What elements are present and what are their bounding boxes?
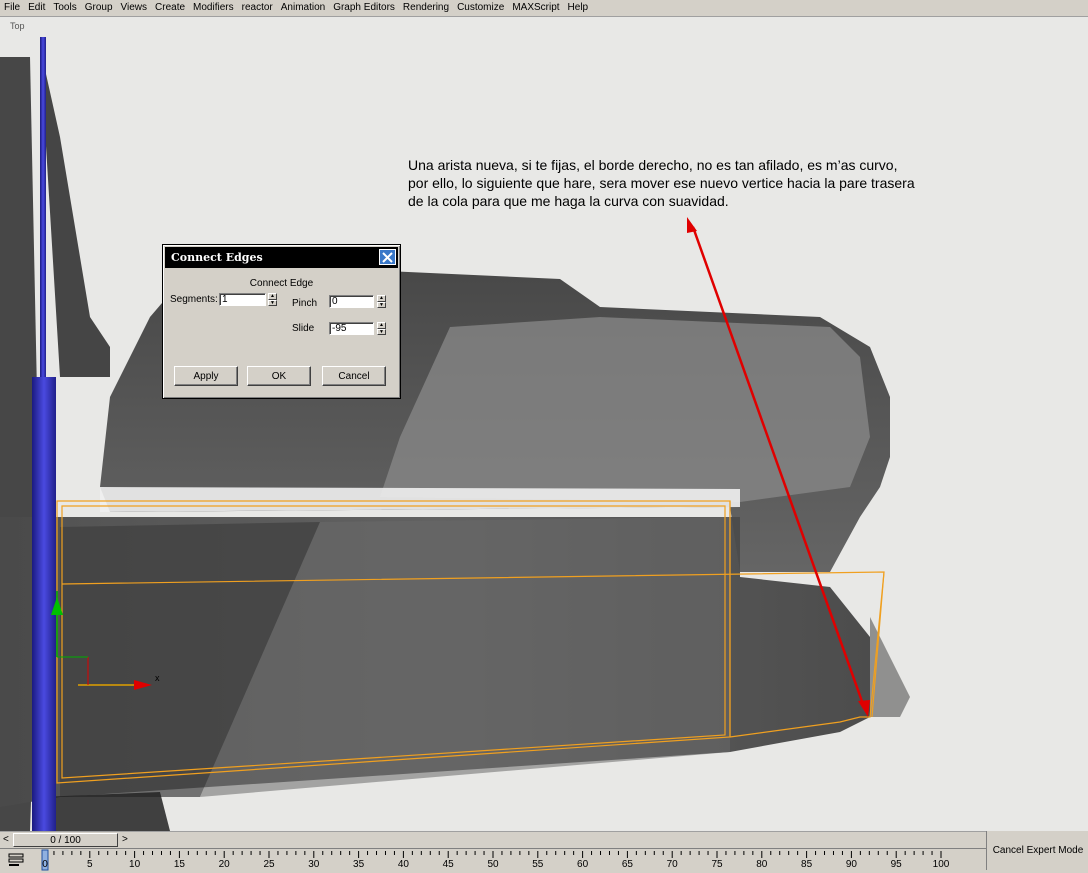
reference-bottom-dark xyxy=(40,792,170,831)
menu-item-file[interactable]: File xyxy=(0,1,24,15)
pinch-field[interactable] xyxy=(329,295,375,308)
menu-item-edit[interactable]: Edit xyxy=(24,1,49,15)
pinch-label: Pinch xyxy=(292,298,318,309)
top-viewport[interactable]: Top x Una arista nueva, si te fijas, el … xyxy=(0,17,1088,831)
track-bar[interactable]: 0 5 10 15 20 25 30 35 40 45 50 55 60 65 70 75 80 85 90 95 10… xyxy=(0,848,986,871)
axis-x-label: x xyxy=(155,673,160,683)
time-slider[interactable]: 0 / 100 xyxy=(13,833,118,847)
dialog-titlebar[interactable]: Connect Edges xyxy=(165,247,398,268)
time-prev-icon[interactable]: < xyxy=(3,834,9,846)
tick-label: 100 xyxy=(932,859,950,870)
dialog-title: Connect Edges xyxy=(171,251,263,264)
ok-button[interactable]: OK xyxy=(247,366,311,386)
blue-bar-main xyxy=(32,377,56,831)
segments-spinner[interactable]: ▲ ▼ xyxy=(268,293,277,306)
tick-label: 15 xyxy=(173,859,185,870)
spinner-down-icon[interactable]: ▼ xyxy=(268,299,277,306)
cancel-button[interactable]: Cancel xyxy=(322,366,386,386)
annotation-line-1: Una arista nueva, si te fijas, el borde … xyxy=(408,157,898,173)
menu-item-modifiers[interactable]: Modifiers xyxy=(189,1,238,15)
tick-label: 65 xyxy=(621,859,633,870)
spinner-down-icon[interactable]: ▼ xyxy=(377,328,386,335)
close-icon xyxy=(382,251,393,263)
connect-edges-dialog: Connect Edges Connect Edge Segments: ▲▼ … xyxy=(162,244,401,399)
tick-label: 85 xyxy=(801,859,813,870)
slide-spinner[interactable]: ▲ ▼ xyxy=(377,322,386,335)
tick-label: 10 xyxy=(129,859,141,870)
slide-label: Slide xyxy=(292,323,315,334)
menu-item-rendering[interactable]: Rendering xyxy=(399,1,453,15)
close-button[interactable] xyxy=(379,249,396,265)
annotation-line-3: de la cola para que me haga la curva con… xyxy=(408,193,729,209)
menu-item-graph-editors[interactable]: Graph Editors xyxy=(329,1,399,15)
slide-field[interactable] xyxy=(329,322,375,335)
tick-label: 35 xyxy=(353,859,365,870)
menu-item-maxscript[interactable]: MAXScript xyxy=(508,1,563,15)
tick-label: 45 xyxy=(442,859,454,870)
reference-highlight xyxy=(380,317,870,502)
menu-item-animation[interactable]: Animation xyxy=(277,1,329,15)
menu-item-tools[interactable]: Tools xyxy=(49,1,80,15)
tick-label: 25 xyxy=(263,859,275,870)
tick-label: 20 xyxy=(218,859,230,870)
time-slider-bar: < 0 / 100 > xyxy=(0,831,986,849)
group-title: Connect Edge xyxy=(249,278,314,289)
menu-item-create[interactable]: Create xyxy=(151,1,189,15)
blue-bar-top xyxy=(40,37,46,397)
tick-label: 70 xyxy=(666,859,678,870)
time-next-icon[interactable]: > xyxy=(122,834,128,846)
tick-label: 0 xyxy=(42,859,48,870)
tick-label: 95 xyxy=(890,859,902,870)
viewport-label[interactable]: Top xyxy=(10,21,25,31)
tick-label: 40 xyxy=(397,859,409,870)
viewport-canvas xyxy=(0,17,1088,831)
tick-label: 50 xyxy=(487,859,499,870)
tick-label: 80 xyxy=(756,859,768,870)
slide-input[interactable] xyxy=(330,323,375,334)
segments-input[interactable] xyxy=(220,294,267,305)
menu-item-group[interactable]: Group xyxy=(81,1,117,15)
pinch-input[interactable] xyxy=(330,296,375,307)
pinch-spinner[interactable]: ▲ ▼ xyxy=(377,295,386,308)
menu-item-views[interactable]: Views xyxy=(117,1,152,15)
menu-bar: File Edit Tools Group Views Create Modifiers re… xyxy=(0,0,1088,17)
tick-label: 60 xyxy=(577,859,589,870)
annotation-line-2: por ello, lo siguiente que hare, sera mo… xyxy=(408,175,915,191)
cancel-expert-mode-button[interactable]: Cancel Expert Mode xyxy=(986,831,1088,870)
tick-label: 90 xyxy=(845,859,857,870)
segments-label: Segments: xyxy=(170,294,218,305)
annotation-text: Una arista nueva, si te fijas, el borde … xyxy=(408,156,978,210)
tick-label: 30 xyxy=(308,859,320,870)
spinner-down-icon[interactable]: ▼ xyxy=(377,301,386,308)
menu-item-help[interactable]: Help xyxy=(564,1,593,15)
segments-field[interactable] xyxy=(219,293,267,306)
tick-label: 75 xyxy=(711,859,723,870)
menu-item-customize[interactable]: Customize xyxy=(453,1,508,15)
tick-label: 55 xyxy=(532,859,544,870)
tick-label: 5 xyxy=(87,859,93,870)
apply-button[interactable]: Apply xyxy=(174,366,238,386)
menu-item-reactor[interactable]: reactor xyxy=(238,1,277,15)
